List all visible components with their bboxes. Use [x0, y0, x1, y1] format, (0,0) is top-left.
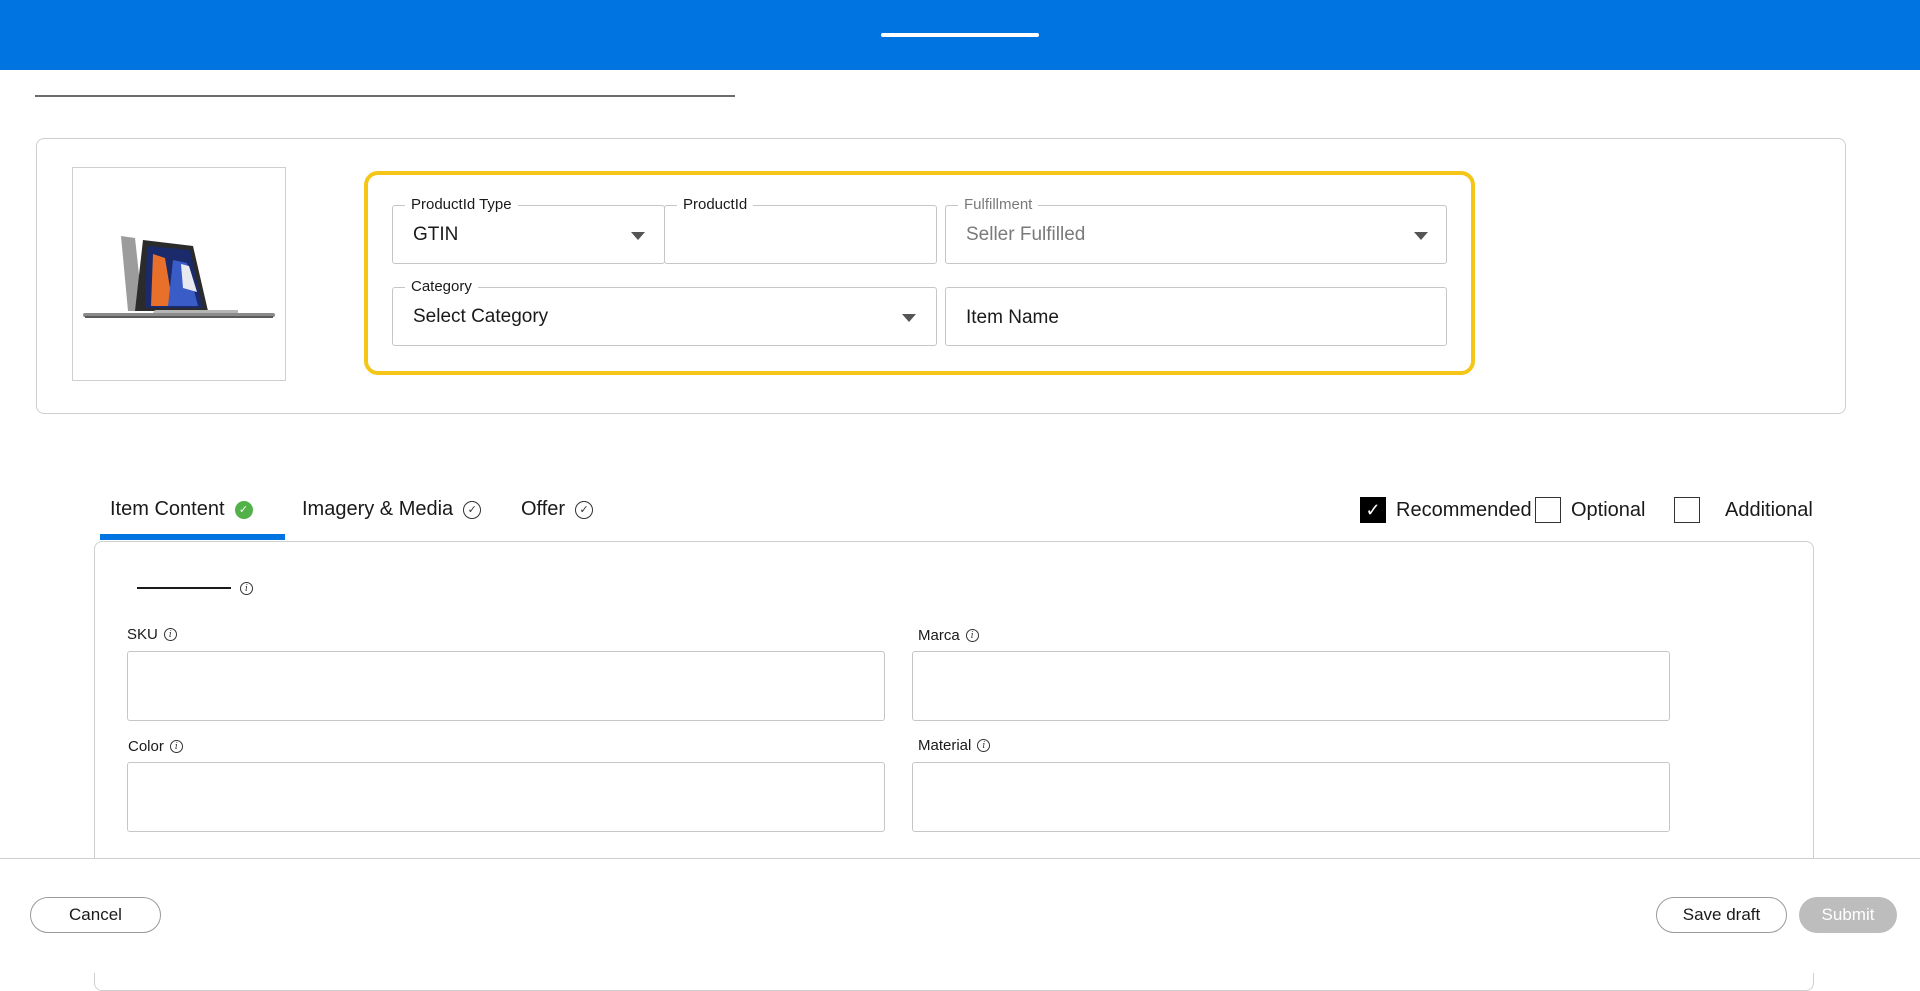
checkbox-icon[interactable] — [1674, 497, 1700, 523]
color-label: Color i — [128, 738, 183, 755]
tab-imagery-media-label: Imagery & Media — [302, 498, 454, 520]
top-header-bar — [0, 0, 1920, 70]
info-icon[interactable]: i — [965, 629, 979, 642]
fulfillment-value: Seller Fulfilled — [966, 224, 1086, 245]
laptop-image — [83, 236, 275, 318]
item-name-input[interactable]: Item Name — [945, 287, 1447, 346]
fulfillment-label: Fulfillment — [958, 197, 1039, 213]
chevron-down-icon — [631, 232, 645, 240]
tab-item-content[interactable]: Item Content ✓ — [110, 498, 253, 521]
active-tab-indicator — [100, 534, 285, 540]
productid-label: ProductId — [677, 197, 754, 213]
check-circle-icon: ✓ — [575, 500, 594, 519]
material-label-text: Material — [918, 737, 972, 754]
checkbox-checked-icon[interactable]: ✓ — [1360, 497, 1386, 523]
filter-optional[interactable]: Optional — [1535, 497, 1646, 523]
header-title-placeholder — [881, 33, 1039, 37]
category-select[interactable]: Category Select Category — [392, 279, 937, 346]
material-label: Material i — [918, 737, 991, 754]
item-name-placeholder: Item Name — [966, 307, 1059, 328]
marca-label-text: Marca — [918, 627, 960, 644]
sku-input[interactable] — [127, 651, 885, 721]
filter-additional-label: Additional — [1725, 498, 1813, 521]
material-input[interactable] — [912, 762, 1670, 832]
productid-type-label: ProductId Type — [405, 197, 518, 213]
sku-label-text: SKU — [127, 626, 158, 643]
productid-type-value: GTIN — [413, 224, 459, 245]
cancel-button[interactable]: Cancel — [30, 897, 161, 933]
tab-item-content-label: Item Content — [110, 498, 225, 520]
color-label-text: Color — [128, 738, 164, 755]
save-draft-button[interactable]: Save draft — [1656, 897, 1787, 933]
tab-offer[interactable]: Offer ✓ — [521, 498, 594, 521]
tab-imagery-media[interactable]: Imagery & Media ✓ — [302, 498, 482, 521]
info-icon[interactable]: i — [240, 582, 253, 595]
check-circle-icon: ✓ — [234, 500, 253, 519]
marca-input[interactable] — [912, 651, 1670, 721]
category-value: Select Category — [413, 306, 549, 327]
info-icon[interactable]: i — [163, 628, 177, 641]
info-icon[interactable]: i — [977, 739, 991, 752]
productid-type-select[interactable]: ProductId Type GTIN — [392, 197, 665, 264]
tab-offer-label: Offer — [521, 498, 566, 520]
chevron-down-icon — [902, 314, 916, 322]
filter-recommended-label: Recommended — [1396, 498, 1532, 521]
marca-label: Marca i — [918, 627, 979, 644]
sku-label: SKU i — [127, 626, 177, 643]
checkbox-icon[interactable] — [1535, 497, 1561, 523]
color-input[interactable] — [127, 762, 885, 832]
filter-recommended[interactable]: ✓ Recommended — [1360, 497, 1532, 523]
category-label: Category — [405, 279, 478, 295]
filter-optional-label: Optional — [1571, 498, 1646, 521]
chevron-down-icon — [1414, 232, 1428, 240]
footer-action-bar: Cancel Save draft Submit — [0, 858, 1920, 973]
submit-button[interactable]: Submit — [1799, 897, 1897, 933]
check-circle-icon: ✓ — [463, 500, 482, 519]
info-icon[interactable]: i — [169, 740, 183, 753]
section-title-placeholder — [137, 587, 231, 589]
filter-additional[interactable]: Additional — [1674, 497, 1813, 523]
page-title-placeholder — [35, 95, 735, 97]
productid-input[interactable]: ProductId — [664, 197, 937, 264]
fulfillment-select[interactable]: Fulfillment Seller Fulfilled — [945, 197, 1447, 264]
product-image[interactable] — [72, 167, 286, 381]
